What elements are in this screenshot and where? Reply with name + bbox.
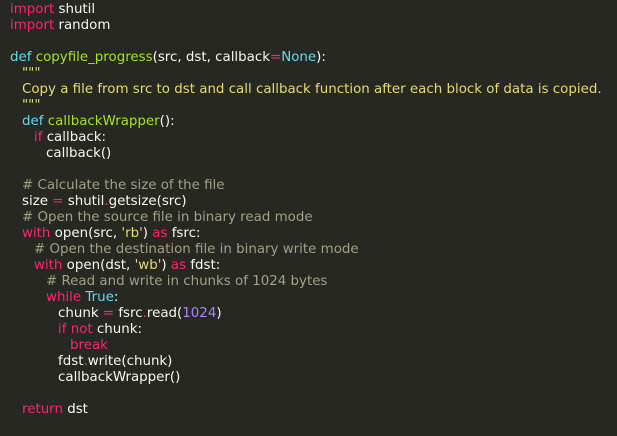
code-line[interactable]: import shutil — [10, 2, 617, 18]
code-token-num: 1024 — [182, 306, 217, 321]
code-line[interactable]: size = shutil.getsize(src) — [10, 194, 617, 210]
code-token-fn: callbackWrapper — [47, 114, 160, 129]
code-token-plain: write(chunk) — [87, 354, 173, 369]
code-token-plain: callback: — [42, 130, 107, 145]
code-line[interactable]: callbackWrapper() — [10, 370, 617, 386]
code-line[interactable] — [10, 162, 617, 178]
code-token-fn: copyfile_progress — [35, 50, 153, 65]
code-line[interactable]: with open(dst, 'wb') as fdst: — [10, 258, 617, 274]
code-line[interactable] — [10, 34, 617, 50]
code-token-plain: chunk — [58, 306, 103, 321]
code-token-plain: (src, dst, callback — [152, 50, 270, 65]
code-token-str: 'rb' — [121, 226, 143, 241]
code-line[interactable]: with open(src, 'rb') as fsrc: — [10, 226, 617, 242]
code-token-kw: not — [70, 322, 93, 337]
code-line[interactable]: # Read and write in chunks of 1024 bytes — [10, 274, 617, 290]
code-line[interactable]: def copyfile_progress(src, dst, callback… — [10, 50, 617, 66]
code-token-plain: (): — [159, 114, 175, 129]
code-line[interactable]: fdst.write(chunk) — [10, 354, 617, 370]
code-line[interactable]: chunk = fsrc.read(1024) — [10, 306, 617, 322]
code-line[interactable]: break — [10, 338, 617, 354]
code-token-kw: = — [52, 194, 64, 209]
code-token-com: # Open the destination file in binary wr… — [34, 242, 359, 257]
code-token-plain: callbackWrapper() — [58, 370, 181, 385]
code-line[interactable]: # Calculate the size of the file — [10, 178, 617, 194]
code-line[interactable]: return dst — [10, 402, 617, 418]
code-token-plain: : — [113, 290, 119, 305]
code-token-plain: read( — [146, 306, 183, 321]
code-token-plain: fsrc: — [167, 226, 201, 241]
code-token-plain: fdst: — [186, 258, 221, 273]
code-line[interactable]: if not chunk: — [10, 322, 617, 338]
code-token-str: """ — [22, 66, 41, 81]
code-line[interactable]: Copy a file from src to dst and call cal… — [10, 82, 617, 98]
code-token-plain: random — [54, 18, 111, 33]
code-token-kw: import — [10, 18, 55, 33]
code-token-plain: fdst — [58, 354, 84, 369]
code-token-def: def — [10, 50, 32, 65]
code-token-com: # Read and write in chunks of 1024 bytes — [46, 274, 328, 289]
code-line[interactable]: if callback: — [10, 130, 617, 146]
code-token-str: Copy a file from src to dst and call cal… — [22, 82, 602, 97]
code-token-kw: while — [46, 290, 82, 305]
code-token-plain: shutil — [54, 2, 96, 17]
code-line[interactable]: # Open the destination file in binary wr… — [10, 242, 617, 258]
code-line[interactable]: # Open the source file in binary read mo… — [10, 210, 617, 226]
code-token-def: def — [22, 114, 44, 129]
code-token-plain: open(src, — [50, 226, 122, 241]
code-token-plain: shutil — [63, 194, 105, 209]
code-token-plain: size — [22, 194, 53, 209]
code-token-kw: break — [70, 338, 108, 353]
code-token-kw: as — [152, 226, 168, 241]
code-token-plain: chunk: — [92, 322, 142, 337]
code-line[interactable] — [10, 386, 617, 402]
code-token-kw: as — [170, 258, 187, 273]
code-editor[interactable]: import shutil import random def copyfile_p… — [0, 0, 617, 436]
code-token-plain: ): — [316, 50, 326, 65]
code-token-com: # Open the source file in binary read mo… — [22, 210, 313, 225]
code-token-kw: with — [22, 226, 51, 241]
code-line[interactable]: while True: — [10, 290, 617, 306]
code-token-str: 'wb' — [134, 258, 162, 273]
code-token-const: True — [85, 290, 114, 305]
code-token-const: None — [281, 50, 317, 65]
code-token-com: # Calculate the size of the file — [22, 178, 225, 193]
code-token-kw: import — [10, 2, 55, 17]
code-token-kw: = — [269, 50, 282, 65]
code-token-plain: open(dst, — [62, 258, 135, 273]
code-token-plain: ) — [161, 258, 171, 273]
code-token-plain: ) — [142, 226, 153, 241]
code-token-str: """ — [22, 98, 41, 113]
code-token-kw: = — [102, 306, 115, 321]
code-line[interactable]: """ — [10, 98, 617, 114]
code-line[interactable]: """ — [10, 66, 617, 82]
code-line[interactable]: import random — [10, 18, 617, 34]
code-token-plain: fsrc — [114, 306, 143, 321]
code-token-plain: getsize(src) — [108, 194, 187, 209]
code-token-kw: with — [34, 258, 63, 273]
code-line[interactable]: callback() — [10, 146, 617, 162]
code-token-plain: ) — [216, 306, 222, 321]
code-line[interactable]: def callbackWrapper(): — [10, 114, 617, 130]
code-token-kw: return — [22, 402, 63, 417]
code-token-plain: dst — [62, 402, 88, 417]
code-token-plain: callback() — [46, 146, 112, 161]
